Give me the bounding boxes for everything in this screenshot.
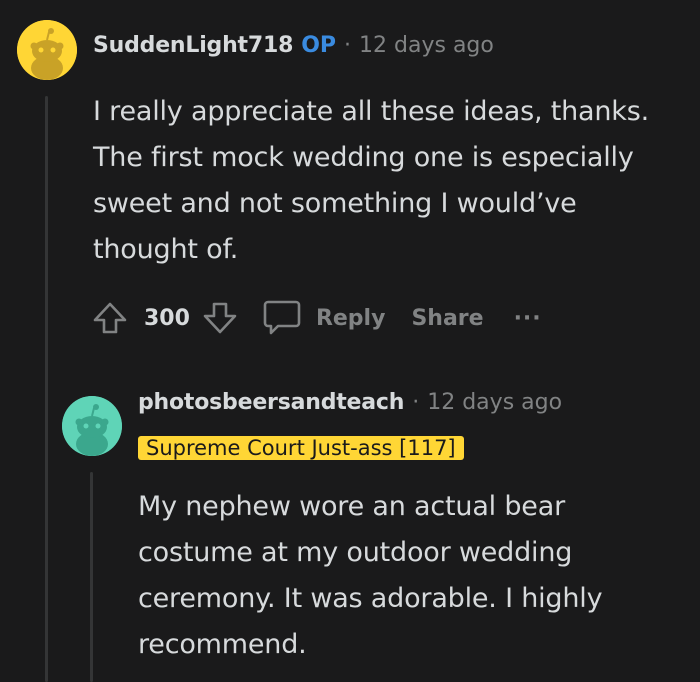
timestamp[interactable]: 12 days ago — [359, 33, 494, 58]
body-line: My nephew wore an actual bear — [138, 491, 565, 522]
comment-bubble-icon — [262, 299, 302, 337]
body-line: I really appreciate all these ideas, tha… — [93, 96, 649, 127]
comment-header: SuddenLight718 OP · 12 days ago — [93, 33, 494, 58]
body-line: recommend. — [138, 629, 307, 660]
username[interactable]: photosbeersandteach — [138, 390, 404, 415]
downvote-arrow-icon[interactable] — [198, 296, 242, 340]
vote-count: 300 — [144, 305, 190, 331]
reply-body: My nephew wore an actual bear costume at… — [138, 484, 698, 668]
separator-dot: · — [344, 33, 352, 58]
user-flair-container: Supreme Court Just-ass [117] — [138, 431, 464, 465]
body-line: thought of. — [93, 234, 239, 265]
reply-button[interactable]: Reply — [262, 299, 386, 337]
action-bar: 300 Reply Share ··· — [88, 296, 542, 340]
separator-dot: · — [412, 390, 420, 415]
thread-line[interactable] — [45, 96, 48, 682]
body-line: The first mock wedding one is especially — [93, 142, 634, 173]
more-options-icon[interactable]: ··· — [514, 306, 542, 331]
snoo-avatar-icon — [62, 396, 122, 456]
upvote-arrow-icon[interactable] — [88, 296, 132, 340]
reply-label: Reply — [315, 305, 386, 331]
thread-line[interactable] — [90, 472, 93, 682]
body-line: sweet and not something I would’ve — [93, 188, 577, 219]
snoo-avatar-icon — [17, 20, 77, 80]
username[interactable]: SuddenLight718 — [93, 33, 293, 58]
body-line: costume at my outdoor wedding — [138, 537, 573, 568]
comment-body: I really appreciate all these ideas, tha… — [93, 89, 693, 273]
user-flair: Supreme Court Just-ass [117] — [138, 436, 464, 460]
body-line: ceremony. It was adorable. I highly — [138, 583, 603, 614]
avatar[interactable] — [62, 396, 122, 456]
share-button[interactable]: Share — [411, 306, 483, 331]
avatar[interactable] — [17, 20, 77, 80]
timestamp[interactable]: 12 days ago — [427, 390, 562, 415]
reply-header: photosbeersandteach · 12 days ago — [138, 390, 562, 415]
op-badge: OP — [301, 33, 337, 58]
